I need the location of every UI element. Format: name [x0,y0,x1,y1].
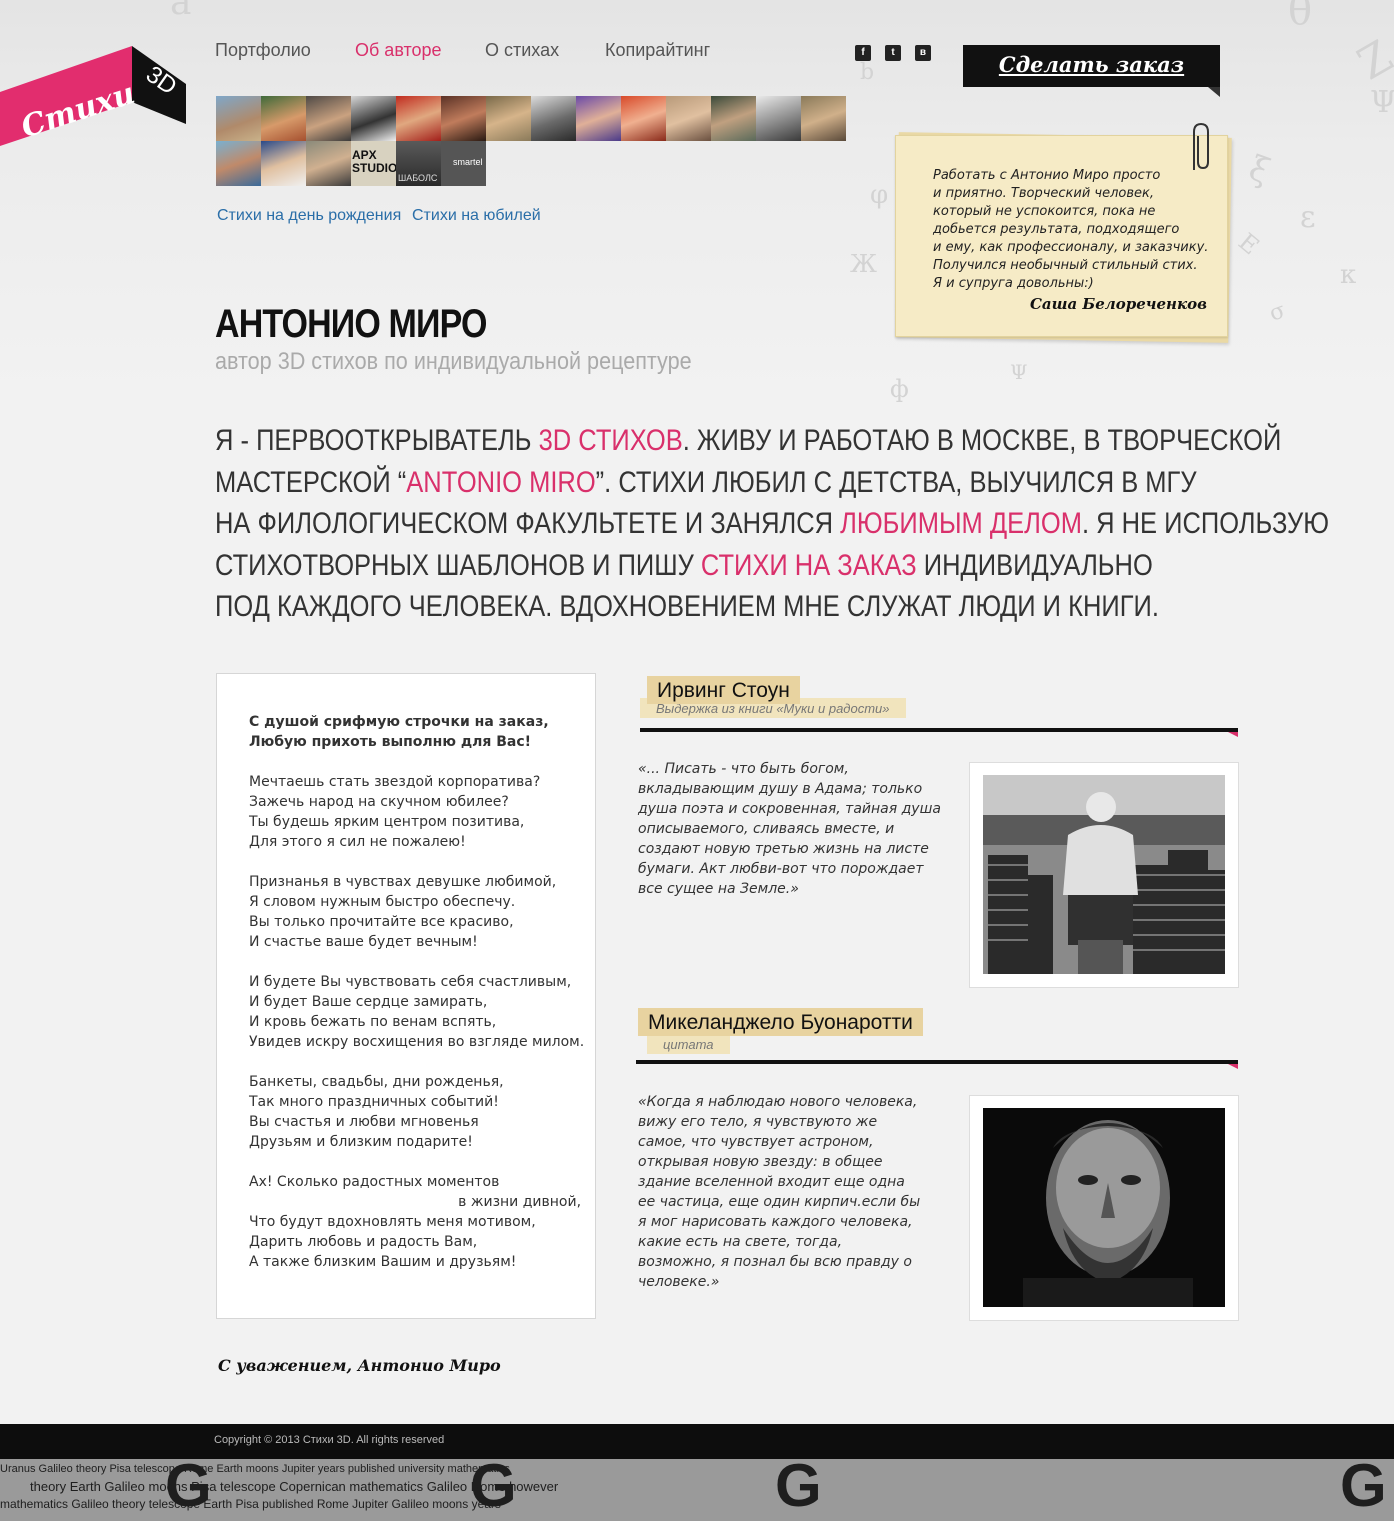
client-photo[interactable] [531,96,576,141]
client-photo[interactable] [486,96,531,141]
nav-item-about[interactable]: Об авторе [355,40,442,61]
client-photo[interactable] [261,141,306,186]
intro-highlight-3d[interactable]: 3D стихов [539,424,683,457]
footer: Copyright © 2013 Стихи 3D. All rights re… [0,1424,1394,1459]
client-photo[interactable] [306,96,351,141]
page-subtitle: автор 3D стихов по индивидуальной рецепт… [215,348,692,375]
poem-body: Мечтаешь стать звездой корпоратива? Заже… [249,774,585,1270]
intro-text: Я - первооткрыватель 3D стихов. Живу и р… [215,424,1330,623]
intro-highlight-work[interactable]: любимым делом [840,507,1082,540]
footer-word-pattern: G G G G Uranus Galileo theory Pisa teles… [0,1459,1394,1521]
quote-photo [969,762,1239,988]
nav-item-copywriting[interactable]: Копирайтинг [605,40,710,61]
order-button-fold [1208,87,1220,97]
quote-photo [969,1095,1239,1321]
client-logo-shabols[interactable]: ШАБОЛС [396,141,441,186]
client-photo[interactable] [666,96,711,141]
client-photo-mosaic: APX STUDIO ШАБОЛС smartel [216,96,846,186]
copyright-text: Copyright © 2013 Стихи 3D. All rights re… [214,1434,445,1446]
quote-author: Микеланджело Буонаротти [638,1008,923,1036]
link-anniversary-poems[interactable]: Стихи на юбилей [412,207,541,225]
client-photo[interactable] [261,96,306,141]
client-photo[interactable] [396,96,441,141]
client-photo[interactable] [801,96,846,141]
quote-source: цитата [647,1034,730,1054]
quote-author: Ирвинг Стоун [647,676,800,704]
client-photo[interactable] [351,96,396,141]
site-logo[interactable]: Стихи 3D [0,44,190,149]
intro-highlight-studio[interactable]: Antonio Miro [406,466,595,499]
quote-divider [636,1060,1238,1064]
quote-divider [640,728,1238,732]
client-photo[interactable] [756,96,801,141]
page-title: АНТОНИО МИРО [215,302,487,346]
quote-text: «... Писать - что быть богом, вкладывающ… [638,761,941,897]
client-photo[interactable] [306,141,351,186]
intro-highlight-order[interactable]: стихи на заказ [701,549,917,582]
testimonial-text: Работать с Антонио Миро просто и приятно… [933,168,1209,291]
quote-text: «Когда я наблюдаю нового человека, вижу … [638,1094,921,1290]
vkontakte-icon[interactable]: в [915,45,931,61]
client-logo-smartel[interactable]: smartel [441,141,486,186]
signoff: С уважением, Антонио Миро [218,1356,501,1375]
nav-item-portfolio[interactable]: Портфолио [215,40,311,61]
irving-stone-photo [983,775,1225,974]
twitter-icon[interactable]: t [885,45,901,61]
poem-text: С душой срифмую строчки на заказ, Любую … [249,712,584,1272]
quote-divider-tip [1228,732,1238,737]
client-logo-apx[interactable]: APX STUDIO [351,141,397,186]
facebook-icon[interactable]: f [855,45,871,61]
poem-card: С душой срифмую строчки на заказ, Любую … [216,673,596,1319]
client-photo[interactable] [216,96,261,141]
testimonial-note: Работать с Антонио Миро просто и приятно… [895,135,1228,337]
quote-divider-tip [1228,1064,1238,1069]
client-photo[interactable] [216,141,261,186]
michelangelo-portrait [983,1108,1225,1307]
testimonial-author: Саша Белореченков [1029,295,1207,313]
order-button[interactable]: Сделать заказ [963,45,1220,87]
link-birthday-poems[interactable]: Стихи на день рождения [217,207,401,225]
client-photo[interactable] [711,96,756,141]
paperclip-icon [1193,122,1209,170]
nav-item-about-poems[interactable]: О стихах [485,40,559,61]
client-photo[interactable] [621,96,666,141]
poem-heading: С душой срифмую строчки на заказ, Любую … [249,714,549,750]
client-photo[interactable] [441,96,486,141]
client-photo[interactable] [576,96,621,141]
